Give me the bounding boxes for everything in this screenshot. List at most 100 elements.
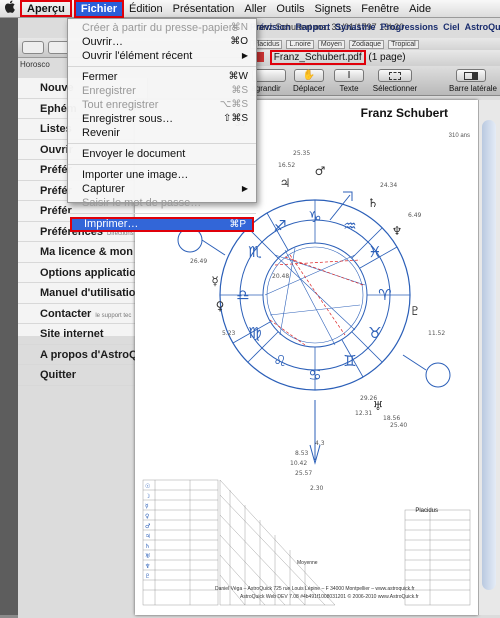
- subbar-tropical[interactable]: Tropical: [388, 40, 419, 49]
- menu-item-revenir[interactable]: Revenir: [68, 126, 256, 140]
- doc-title: Franz Schubert: [360, 106, 448, 120]
- menu-item-envoyer-document[interactable]: Envoyer le document: [68, 147, 256, 161]
- svg-text:29.26: 29.26: [360, 395, 377, 402]
- menu-item-capturer[interactable]: Capturer ▶: [68, 182, 256, 196]
- svg-text:♂: ♂: [315, 164, 326, 178]
- apps-icon[interactable]: [22, 41, 44, 54]
- svg-text:26.49: 26.49: [190, 258, 207, 265]
- text-cursor-icon: I: [347, 70, 351, 81]
- subbar-moyen[interactable]: Moyen: [317, 40, 345, 49]
- svg-text:25.40: 25.40: [390, 422, 407, 429]
- pdf-file-icon: [256, 52, 264, 63]
- astroquick-subbar: Placidus L.noire Moyen Zodiaque Tropical: [250, 40, 419, 49]
- svg-text:♆: ♆: [145, 563, 150, 570]
- menu-edition[interactable]: Édition: [124, 0, 168, 18]
- moyenne-label: Moyenne: [297, 560, 318, 566]
- svg-text:12.31: 12.31: [355, 410, 372, 417]
- svg-text:♅: ♅: [145, 553, 150, 560]
- preview-toolbar: agrandir ✋ Déplacer I Texte Sélectionner…: [250, 66, 500, 96]
- zoom-buttons[interactable]: [252, 69, 286, 82]
- move-tool-button[interactable]: ✋: [294, 69, 324, 82]
- menu-item-enregistrer[interactable]: Enregistrer ⌘S: [68, 84, 256, 98]
- svg-text:6.49: 6.49: [408, 212, 422, 219]
- subbar-zodiaque[interactable]: Zodiaque: [348, 40, 385, 49]
- svg-text:♒: ♒: [343, 217, 356, 235]
- menu-presentation[interactable]: Présentation: [168, 0, 240, 18]
- menu-item-enregistrer-sous[interactable]: Enregistrer sous… ⇧⌘S: [68, 112, 256, 126]
- svg-text:♄: ♄: [368, 196, 379, 210]
- hand-icon: ✋: [302, 70, 316, 81]
- svg-text:♆: ♆: [392, 224, 403, 238]
- sidebar-item-site-internet[interactable]: Site internet: [18, 324, 147, 345]
- desktop-strip: [0, 18, 18, 615]
- svg-text:♀: ♀: [145, 513, 149, 520]
- move-tool-label: Déplacer: [292, 84, 325, 93]
- menu-separator: [68, 164, 256, 165]
- menu-bar: Aperçu Fichier Édition Présentation Alle…: [0, 0, 500, 18]
- menu-aide[interactable]: Aide: [404, 0, 436, 18]
- menu-item-saisir-mot-de-passe[interactable]: Saisir le mot de passe…: [68, 196, 256, 210]
- svg-text:♇: ♇: [145, 573, 150, 580]
- house-system-label: Placidus: [415, 508, 438, 514]
- menu-aller[interactable]: Aller: [239, 0, 271, 18]
- menu-apercu[interactable]: Aperçu: [20, 0, 72, 17]
- menu-item-creer-presse-papiers[interactable]: Créer à partir du presse-papiers ⌘N: [68, 21, 256, 35]
- aq-menu-ciel[interactable]: Ciel: [443, 22, 460, 32]
- svg-text:24.34: 24.34: [380, 182, 397, 189]
- menu-item-ouvrir-recent[interactable]: Ouvrir l'élément récent ▶: [68, 49, 256, 63]
- vertical-scrollbar[interactable]: [478, 100, 500, 615]
- select-tool-label: Sélectionner: [372, 84, 418, 93]
- doc-footer-address: Daniel Véga – AstroQuick 725 rue Louis L…: [215, 586, 415, 592]
- svg-text:10.42: 10.42: [290, 460, 307, 467]
- menu-item-fermer[interactable]: Fermer ⌘W: [68, 70, 256, 84]
- scrollbar-thumb[interactable]: [482, 120, 496, 590]
- sidebar-item-contacter[interactable]: Contacter le support tec: [18, 304, 147, 324]
- aq-menu-synastrie[interactable]: Synastrie: [335, 22, 376, 32]
- menu-fenetre[interactable]: Fenêtre: [356, 0, 404, 18]
- sidebar-item-licence[interactable]: Ma licence & mon c: [18, 242, 147, 263]
- apple-menu-icon[interactable]: [0, 0, 20, 18]
- doc-footer-copyright: AstroQuick Web DEV 7.08 #4b491f100803120…: [240, 594, 419, 600]
- astroquick-menu: Prévision Rapport Synastrie Progressions…: [250, 22, 500, 32]
- subbar-lnoire[interactable]: L.noire: [286, 40, 314, 49]
- svg-text:♀: ♀: [216, 299, 225, 313]
- svg-text:♎: ♎: [236, 286, 249, 304]
- menu-separator: [68, 143, 256, 144]
- svg-text:♓: ♓: [368, 243, 381, 261]
- aq-menu-astroquick[interactable]: AstroQuick: [465, 22, 500, 32]
- menu-outils[interactable]: Outils: [271, 0, 309, 18]
- menu-fichier[interactable]: Fichier: [73, 0, 124, 18]
- text-tool-button[interactable]: I: [334, 69, 364, 82]
- menu-item-imprimer[interactable]: Imprimer… ⌘P: [70, 217, 254, 232]
- svg-text:4.3: 4.3: [315, 440, 325, 447]
- aq-menu-rapport[interactable]: Rapport: [296, 22, 331, 32]
- svg-text:16.52: 16.52: [278, 162, 295, 169]
- sidebar-item-manuel[interactable]: Manuel d'utilisation: [18, 283, 147, 304]
- sidebar-item-quitter[interactable]: Quitter: [18, 365, 147, 386]
- horoscope-tab[interactable]: Horosco: [20, 60, 50, 69]
- select-tool-button[interactable]: [378, 69, 412, 82]
- menu-item-ouvrir[interactable]: Ouvrir… ⌘O: [68, 35, 256, 49]
- submenu-arrow-icon: ▶: [241, 51, 248, 60]
- menu-item-tout-enregistrer[interactable]: Tout enregistrer ⌥⌘S: [68, 98, 256, 112]
- text-tool-label: Texte: [339, 84, 359, 93]
- menu-item-importer-image[interactable]: Importer une image…: [68, 168, 256, 182]
- svg-text:☉: ☉: [145, 483, 150, 490]
- svg-text:♃: ♃: [280, 176, 291, 190]
- sidebar-item-a-propos[interactable]: A propos d'AstroQuick: [18, 345, 147, 365]
- menu-signets[interactable]: Signets: [310, 0, 357, 18]
- sidebar-item-options[interactable]: Options application: [18, 263, 147, 283]
- aq-menu-progressions[interactable]: Progressions: [381, 22, 439, 32]
- preview-pages: (1 page): [368, 52, 406, 63]
- preview-filename: Franz_Schubert.pdf: [269, 50, 366, 65]
- sidebar-toggle-button[interactable]: [456, 69, 486, 82]
- doc-age: 310 ans: [448, 133, 470, 139]
- svg-text:♊: ♊: [343, 352, 356, 370]
- sidebar-toggle-label: Barre latérale: [448, 84, 498, 93]
- svg-text:♂: ♂: [145, 523, 150, 530]
- svg-text:♏: ♏: [248, 243, 262, 261]
- svg-text:5.23: 5.23: [222, 330, 236, 337]
- svg-text:☿: ☿: [145, 503, 149, 510]
- fichier-menu: Créer à partir du presse-papiers ⌘N Ouvri…: [67, 18, 257, 232]
- svg-text:♇: ♇: [410, 304, 421, 318]
